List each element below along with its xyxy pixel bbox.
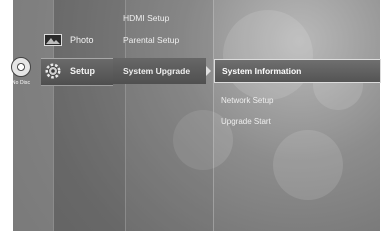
detail-network-setup[interactable]: Network Setup bbox=[221, 96, 273, 105]
category-setup-label: Setup bbox=[70, 66, 96, 76]
submenu-hdmi-setup[interactable]: HDMI Setup bbox=[123, 13, 169, 23]
disc-status-label: No Disc bbox=[11, 80, 31, 86]
detail-system-information-label: System Information bbox=[222, 66, 302, 76]
detail-column bbox=[213, 0, 380, 231]
gear-icon bbox=[44, 63, 62, 79]
photo-icon bbox=[44, 33, 62, 47]
category-setup[interactable]: Setup bbox=[44, 62, 110, 80]
detail-system-information[interactable]: System Information bbox=[214, 59, 381, 83]
disc-status: No Disc bbox=[7, 57, 35, 97]
disc-icon bbox=[11, 57, 31, 77]
category-photo-label: Photo bbox=[70, 35, 94, 45]
detail-upgrade-start[interactable]: Upgrade Start bbox=[221, 117, 271, 126]
submenu-system-upgrade[interactable]: System Upgrade bbox=[123, 66, 190, 76]
chevron-right-icon bbox=[206, 66, 211, 76]
submenu-parental-setup[interactable]: Parental Setup bbox=[123, 35, 179, 45]
category-photo[interactable]: Photo bbox=[44, 31, 110, 49]
screen: No Disc Photo Setup HDMI Setup Parental … bbox=[0, 0, 390, 242]
